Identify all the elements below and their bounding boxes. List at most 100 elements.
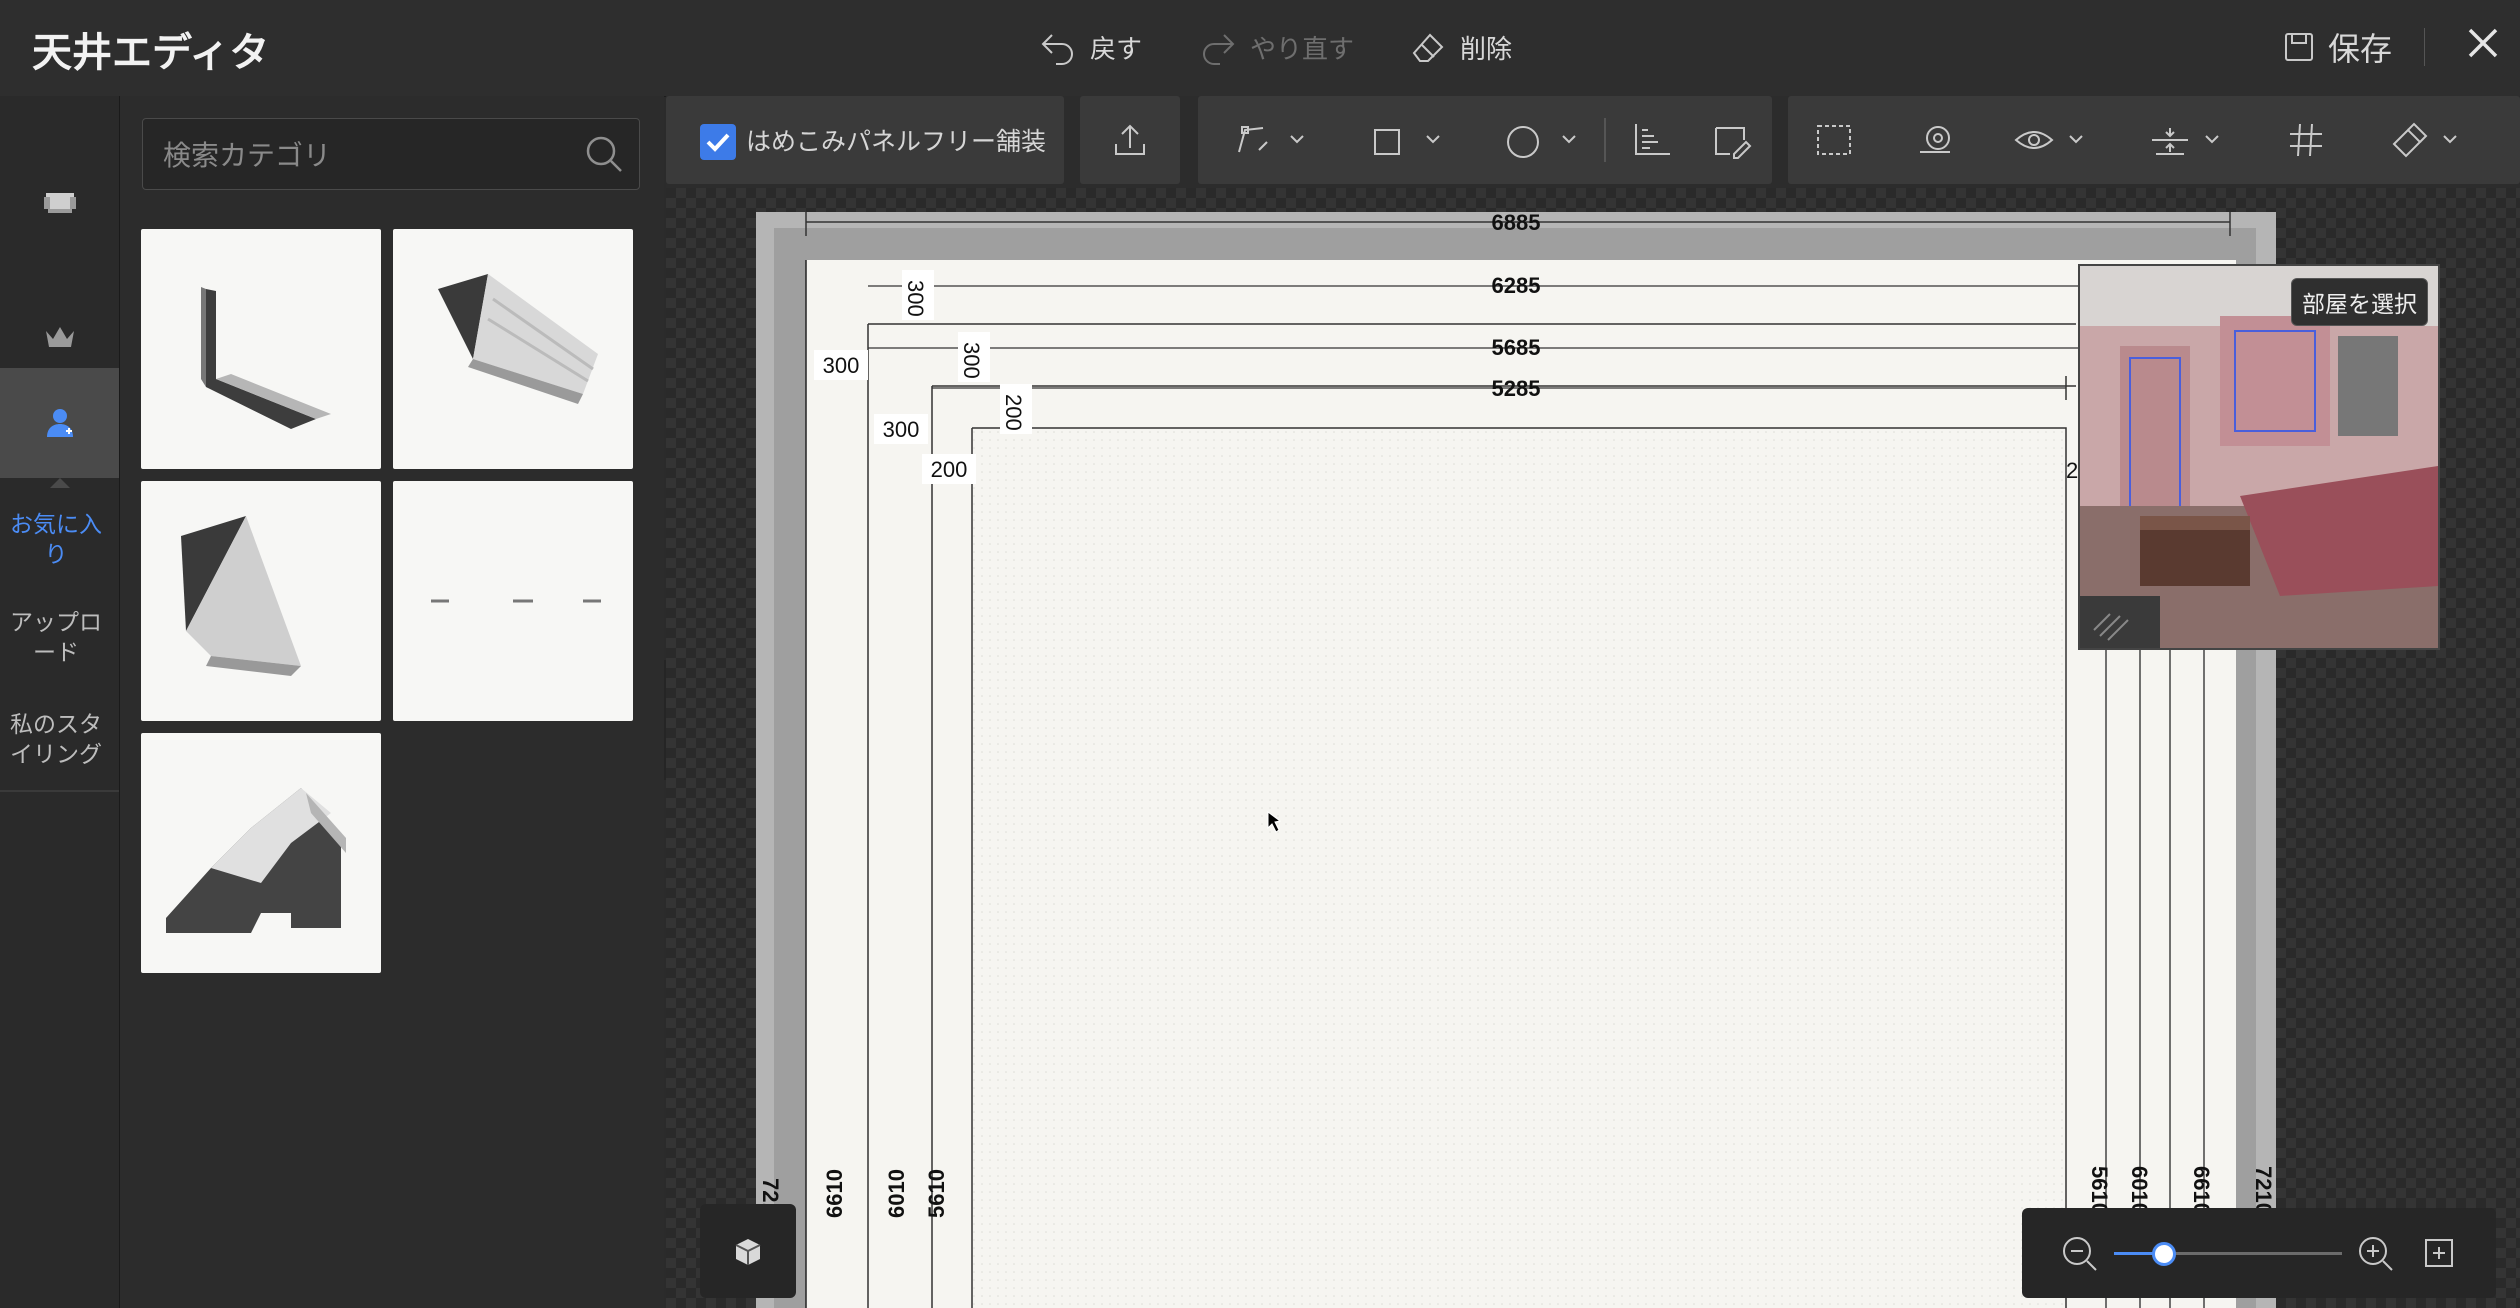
offset-label: 200 [1000,384,1032,434]
measure-icon [1920,126,1950,153]
redo-icon [1203,34,1235,65]
offset-icon [2152,128,2219,155]
dim-6285: 6285 [1492,273,1541,298]
catalog-item[interactable] [393,481,633,721]
divider [2424,28,2425,66]
cove-molding-icon [181,516,301,676]
circle-button[interactable] [1478,96,1608,184]
nav-favorites[interactable] [0,368,119,478]
search-box [142,118,640,191]
dim-5685: 5685 [1492,335,1541,360]
category-panel [120,96,664,1308]
floor-label[interactable]: はめこみパネルフリー舗装 [746,124,1046,160]
svg-text:300: 300 [823,353,860,378]
active-pointer [50,478,70,488]
visibility-button[interactable] [1992,96,2116,184]
divider [1604,118,1606,162]
inner-panel [972,428,2066,1308]
molding-l-icon [201,287,331,429]
redo-button[interactable]: やり直す [1198,22,1354,72]
check-icon [706,133,730,152]
undo-button[interactable]: 戻す [1038,22,1142,72]
offset-label: 300 [902,270,934,320]
offset-button[interactable] [2128,96,2252,184]
eraser-icon [1412,33,1444,62]
draw-line-button[interactable] [1206,96,1336,184]
catalog-item[interactable] [141,481,381,721]
crown-icon [45,327,74,347]
undo-icon [1041,34,1073,65]
offset-label: 300 [958,332,990,382]
circle-icon [1507,126,1576,158]
dim-6885: 6885 [1492,210,1541,235]
save-button[interactable]: 保存 [2282,22,2392,72]
offset-label: 2 [2066,458,2078,483]
cube-icon [735,1239,761,1265]
left-nav: お気に入り アップロード 私のスタイリング [0,96,120,1308]
align-button[interactable] [1614,96,1690,184]
align-icon [1635,124,1670,155]
edit-panel-button[interactable] [1694,96,1770,184]
save-label: 保存 [2328,30,2393,68]
zoom-in-icon[interactable] [2356,1234,2396,1274]
zoom-slider-handle[interactable] [2152,1242,2177,1266]
svg-text:200: 200 [1001,394,1026,431]
view-3d-button[interactable] [700,1204,796,1298]
offset-label: 300 [814,350,868,380]
nav-favorites-label[interactable]: お気に入り [0,510,112,570]
eye-icon [2014,131,2083,149]
svg-text:300: 300 [883,417,920,442]
redo-label: やり直す [1250,34,1355,65]
catalog-item[interactable] [141,229,381,469]
rectangle-icon [1374,129,1440,155]
user-icon [46,409,73,437]
profile-molding-icon [166,788,346,933]
delete-button[interactable]: 削除 [1408,22,1512,72]
save-icon [2285,33,2313,61]
offset-label: 200 [922,454,976,484]
measure-button[interactable] [1898,96,1974,184]
led-strip-icon [431,599,601,603]
upload-button[interactable] [1080,96,1180,184]
paint-icon [2392,122,2457,158]
rectangle-button[interactable] [1342,96,1472,184]
svg-text:300: 300 [903,280,928,317]
search-icon[interactable] [583,133,625,175]
top-bar: 天井エディタ 戻す やり直す 削除 保存 [0,0,2520,97]
dim-5285: 5285 [1492,376,1541,401]
edit-panel-icon [1715,127,1752,159]
divider [0,790,119,792]
dim-v-6010-left: 6010 [884,1169,909,1218]
nav-my-styling-label[interactable]: 私のスタイリング [0,710,112,770]
room-preview[interactable]: 部屋を選択 [2078,264,2440,650]
search-input[interactable] [161,119,565,191]
svg-text:300: 300 [959,342,984,379]
zoom-out-icon[interactable] [2060,1234,2100,1274]
catalog-item[interactable] [141,733,381,973]
floor-checkbox[interactable] [700,124,736,160]
catalog-item[interactable] [393,229,633,469]
dim-v-6610-left: 6610 [822,1169,847,1218]
sofa-icon [43,193,76,213]
zoom-panel [2022,1208,2496,1298]
delete-label: 削除 [1460,34,1513,65]
select-area-button[interactable] [1796,96,1872,184]
close-icon [2468,28,2498,58]
fit-view-icon[interactable] [2422,1236,2456,1270]
crown-molding-icon [438,274,598,404]
upload-icon [1115,124,1145,155]
nav-upload-label[interactable]: アップロード [0,608,112,668]
paint-button[interactable] [2366,96,2490,184]
offset-label: 300 [874,414,928,444]
svg-text:200: 200 [931,457,968,482]
app-title: 天井エディタ [32,30,270,76]
dim-v-5610-left: 5610 [924,1169,949,1218]
draw-line-icon [1238,126,1304,153]
close-button[interactable] [2460,20,2506,66]
undo-label: 戻す [1090,34,1143,65]
grid-button[interactable] [2268,96,2344,184]
grid-icon [2290,123,2322,157]
room-select-button[interactable]: 部屋を選択 [2291,278,2428,326]
select-area-icon [1817,125,1851,155]
nav-furniture[interactable] [0,144,119,254]
